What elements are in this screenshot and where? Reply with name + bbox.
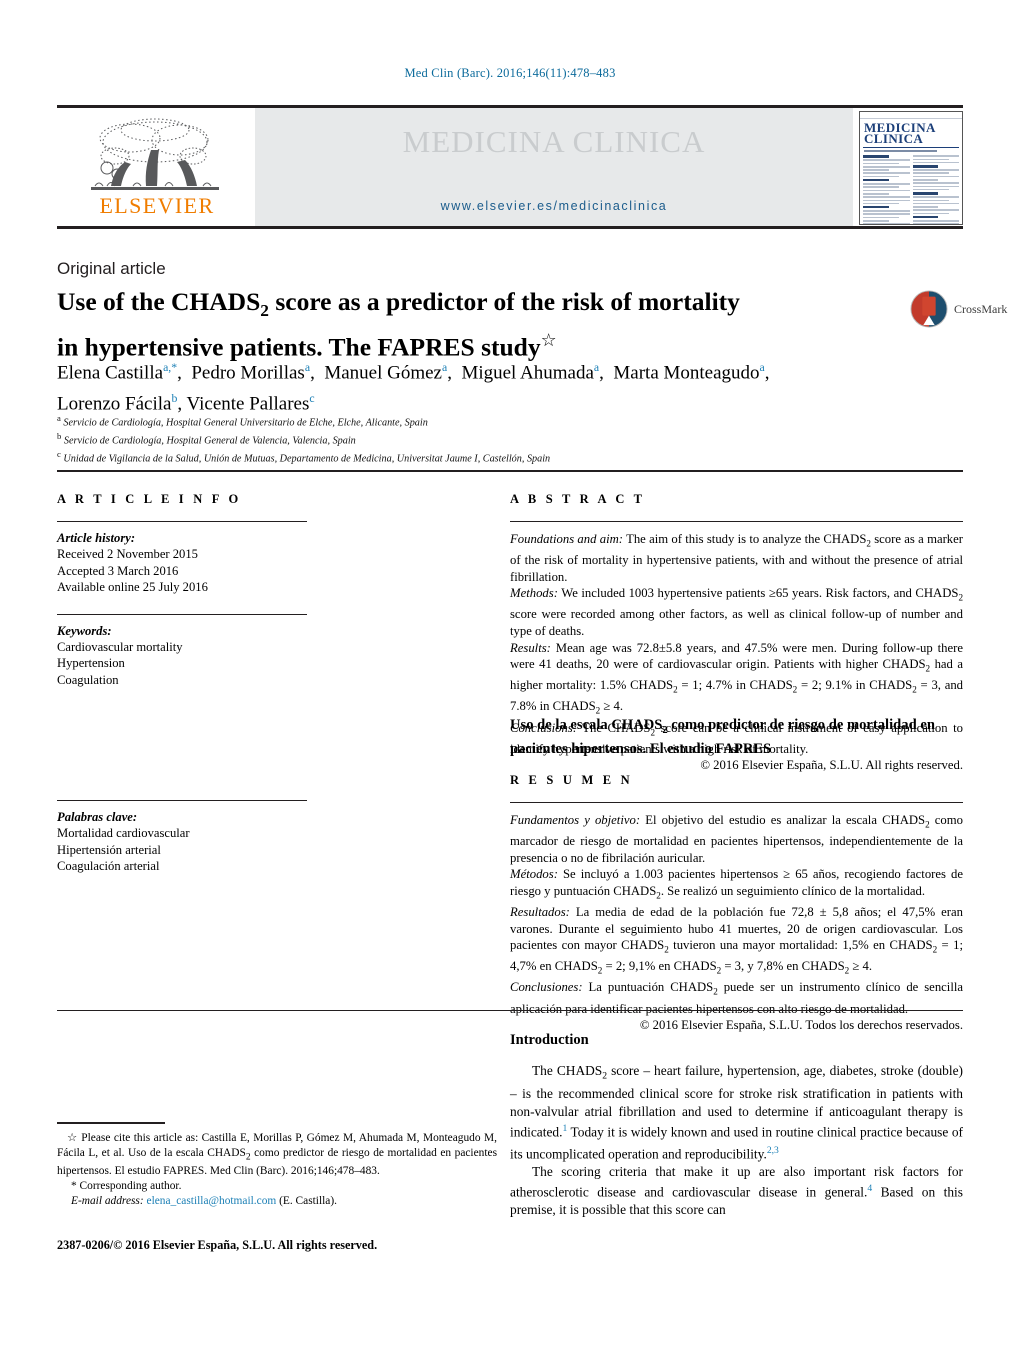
citation-ref-1[interactable]: 1 [562,1123,567,1134]
footnote-star-marker: ☆ [67,1130,78,1144]
es-title-a: Uso de la escala CHADS [510,717,663,733]
history-received: Received 2 November 2015 [57,547,198,562]
elsevier-wordmark: ELSEVIER [99,193,215,218]
author-affil-marker: a [759,361,765,374]
article-info-heading: A R T I C L E I N F O [57,492,242,506]
section-divider [57,470,963,472]
affiliation-item: a Servicio de Cardiología, Hospital Gene… [57,412,937,430]
introduction-section: Introduction The CHADS2 score – heart fa… [510,1032,963,1219]
abstract-es-title: Uso de la escala CHADS2 como predictor d… [510,716,963,759]
palabra-item: Hipertensión arterial [57,842,161,857]
abstract-lead-foundations: Foundations and aim: [510,532,624,546]
affiliation-marker: a [57,413,61,423]
article-history-label: Article history: [57,531,136,545]
article-type: Original article [57,259,166,278]
affiliation-text: Servicio de Cardiología, Hospital Genera… [63,417,428,429]
email-label: E-mail address: [71,1194,144,1207]
abstract-section-methods: Methods: We included 1003 hypertensive p… [510,586,963,639]
palabra-item: Mortalidad cardiovascular [57,826,190,841]
abstract-bottom-divider [57,1010,963,1011]
resumen-section-conclusiones: Conclusiones: La puntuación CHADS2 puede… [510,980,963,1016]
history-online: Available online 25 July 2016 [57,580,208,595]
affiliation-item: b Servicio de Cardiología, Hospital Gene… [57,430,937,448]
author-affil-marker: a,* [163,361,178,374]
author-affil-marker: a [304,361,311,374]
journal-url[interactable]: www.elsevier.es/medicinaclinica [255,199,853,213]
title-part-b: score as a predictor of the risk of mort… [268,287,740,316]
affiliation-item: c Unidad de Vigilancia de la Salud, Unió… [57,448,937,466]
footnote-divider [57,1122,165,1124]
crossmark-badge[interactable]: CrossMark [910,286,1020,332]
page-title: Use of the CHADS2 score as a predictor o… [57,287,817,363]
article-history-block: Article history: Received 2 November 201… [57,530,307,596]
author-affil-marker: a [593,361,600,374]
resumen-lead-fundamentos: Fundamentos y objetivo: [510,812,641,827]
email-link[interactable]: elena_castilla@hotmail.com [147,1195,277,1207]
resumen-lead-resultados: Resultados: [510,904,570,919]
keywords-block: Keywords: Cardiovascular mortality Hyper… [57,623,307,689]
issn-copyright-line: 2387-0206/© 2016 Elsevier España, S.L.U.… [57,1238,378,1252]
cover-title-line-2: CLINICA [864,131,924,146]
journal-title: MEDICINA CLINICA [402,124,706,159]
crossmark-icon [910,290,948,328]
resumen-heading: R E S U M E N [510,772,633,787]
affiliation-list: a Servicio de Cardiología, Hospital Gene… [57,412,937,466]
title-part-a: Use of the CHADS [57,287,261,316]
palabra-item: Coagulación arterial [57,859,160,874]
crossmark-label: CrossMark [954,301,1008,316]
author-affil-marker: c [309,392,315,406]
article-info-panel: A R T I C L E I N F O Article history: R… [57,492,307,688]
journal-cover-thumbnail: MEDICINA CLINICA [859,111,963,225]
running-head: Med Clin (Barc). 2016;146(11):478–483 [0,0,1020,81]
resumen-section-metodos: Métodos: Se incluyó a 1.003 pacientes hi… [510,867,963,901]
palabras-clave-panel: Palabras clave: Mortalidad cardiovascula… [57,800,307,875]
footnote-citation: ☆ Please cite this article as: Castilla … [57,1130,498,1178]
resumen-section-resultados: Resultados: La media de edad de la pobla… [510,904,963,976]
footnote-corresponding: * Corresponding author. [71,1180,182,1193]
running-head-text: Med Clin (Barc). 2016;146(11):478–483 [404,66,616,80]
footnotes-block: ☆ Please cite this article as: Castilla … [57,1130,497,1208]
abstract-lead-results: Results: [510,640,551,655]
abstract-section-results: Results: Mean age was 72.8±5.8 years, an… [510,640,964,716]
author-list: Elena Castillaa,*, Pedro Morillasa, Manu… [57,361,770,415]
affiliation-text: Unidad de Vigilancia de la Salud, Unión … [63,453,551,465]
journal-masthead: ELSEVIER MEDICINA CLINICA www.elsevier.e… [57,105,963,229]
history-accepted: Accepted 3 March 2016 [57,563,179,578]
introduction-paragraph-2: The scoring criteria that make it up are… [510,1163,963,1218]
affiliation-marker: b [57,430,62,441]
elsevier-logo: ELSEVIER [69,114,241,222]
title-subscript: 2 [260,301,269,321]
affiliation-text: Servicio de Cardiología, Hospital Genera… [63,435,356,447]
email-owner: (E. Castilla). [276,1194,338,1207]
introduction-paragraph-1: The CHADS2 score – heart failure, hypert… [510,1063,963,1161]
resumen-section-fundamentos: Fundamentos y objetivo: El objetivo del … [510,812,963,865]
resumen-lead-conclusiones: Conclusiones: [510,980,583,995]
abstract-lead-methods: Methods: [510,586,558,601]
title-footnote-marker: ☆ [540,330,557,352]
es-title-line2: hipertensos. El estudio FAPRES [571,740,772,757]
keywords-label: Keywords: [57,623,112,638]
introduction-body: The CHADS2 score – heart failure, hypert… [510,1062,963,1219]
keyword-item: Cardiovascular mortality [57,640,183,655]
abstract-es-panel: Uso de la escala CHADS2 como predictor d… [510,716,963,1034]
palabras-clave-label: Palabras clave: [57,810,138,824]
author-affil-marker: b [171,392,178,406]
abstract-heading: A B S T R A C T [510,492,646,506]
affiliation-marker: c [57,448,61,459]
abstract-section-foundations: Foundations and aim: The aim of this stu… [510,532,963,584]
resumen-lead-metodos: Métodos: [510,867,558,882]
citation-ref-2-3[interactable]: 2,3 [767,1145,779,1156]
abstract-es-body: Fundamentos y objetivo: El objetivo del … [510,812,963,1034]
keyword-item: Hypertension [57,656,125,671]
article-page: Med Clin (Barc). 2016;146(11):478–483 EL… [0,0,1020,1351]
keyword-item: Coagulation [57,672,119,687]
elsevier-tree-icon [91,118,219,190]
introduction-heading: Introduction [510,1032,589,1048]
author-affil-marker: a [441,361,448,374]
citation-ref-4[interactable]: 4 [867,1183,872,1194]
footnote-email-line: E-mail address: elena_castilla@hotmail.c… [57,1194,497,1209]
